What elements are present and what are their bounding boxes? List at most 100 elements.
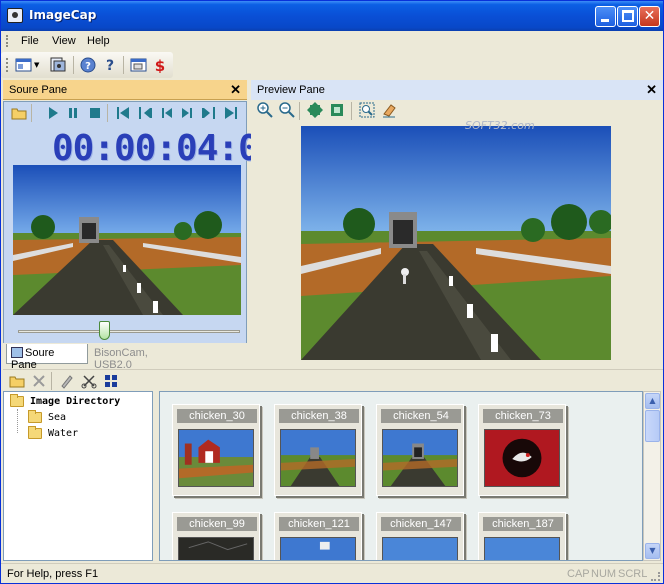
preview-image: [301, 126, 611, 360]
thumbnail-item[interactable]: chicken_73: [478, 404, 566, 496]
play-icon[interactable]: [45, 105, 61, 121]
thumbnail-item[interactable]: chicken_121: [274, 512, 362, 560]
resize-grip[interactable]: [651, 572, 660, 581]
cut-icon[interactable]: [81, 373, 97, 389]
source-pane-title: Soure Pane: [9, 84, 68, 96]
preview-separator: [351, 102, 352, 120]
step-back-icon[interactable]: [159, 105, 175, 121]
tree-item-label: Sea: [48, 412, 67, 423]
thumbnail-item[interactable]: chicken_54: [376, 404, 464, 496]
dollar-icon[interactable]: $: [152, 57, 169, 73]
thumbnail-caption: chicken_121: [279, 517, 359, 531]
fit-window-icon[interactable]: [307, 102, 323, 118]
camera-tab-icon: [11, 347, 23, 358]
preview-toolbar: [255, 101, 405, 121]
dropdown-arrow-icon[interactable]: ▼: [34, 61, 39, 69]
preview-separator: [299, 102, 300, 120]
status-bar: For Help, press F1 CAP NUM SCRL: [1, 563, 663, 583]
scroll-up-icon[interactable]: ▲: [645, 393, 660, 409]
source-pane-close-icon[interactable]: ✕: [230, 82, 241, 98]
help-icon[interactable]: ?: [102, 57, 119, 73]
maximize-button[interactable]: [617, 6, 638, 27]
zoom-select-icon[interactable]: [359, 102, 375, 118]
app-window: ImageCap ✕ File View Help ▼ ? ? $ Soure …: [0, 0, 664, 584]
menu-bar: File View Help: [1, 31, 663, 51]
minimize-icon: [601, 19, 609, 22]
thumbnail-caption: chicken_99: [177, 517, 257, 531]
tab-bisoncam[interactable]: BisonCam, USB2.0: [90, 344, 190, 371]
capture-settings-icon[interactable]: [49, 57, 66, 73]
thumbnail-image: [382, 537, 458, 560]
preview-pane-close-icon[interactable]: ✕: [646, 82, 657, 98]
thumbnail-view-icon[interactable]: [103, 373, 119, 389]
last-frame-icon[interactable]: [223, 105, 239, 121]
svg-text:?: ?: [106, 58, 114, 73]
scroll-thumb[interactable]: [645, 410, 660, 442]
thumbnail-gallery: chicken_30 chicken_38 chicken_54 chicken…: [159, 391, 643, 561]
num-lock-indicator: NUM: [591, 568, 617, 580]
thumbnail-item[interactable]: chicken_30: [172, 404, 260, 496]
register-icon[interactable]: [130, 57, 147, 73]
first-frame-icon[interactable]: [115, 105, 131, 121]
thumbnail-caption: chicken_187: [483, 517, 563, 531]
thumbnail-item[interactable]: chicken_99: [172, 512, 260, 560]
menu-file[interactable]: File: [21, 35, 39, 47]
close-icon: ✕: [643, 8, 656, 24]
preview-pane-title: Preview Pane: [257, 84, 325, 96]
rename-pencil-icon[interactable]: [59, 373, 75, 389]
zoom-in-icon[interactable]: [257, 102, 273, 118]
maximize-icon: [622, 10, 634, 22]
pause-icon[interactable]: [65, 105, 81, 121]
new-folder-icon[interactable]: [9, 373, 25, 389]
stop-icon[interactable]: [87, 105, 103, 121]
controls-separator: [31, 104, 32, 122]
timeline-slider-track[interactable]: [18, 330, 240, 333]
toolbar-grip[interactable]: [6, 58, 9, 72]
title-bar[interactable]: ImageCap ✕: [1, 1, 663, 31]
source-video-frame: [13, 165, 241, 315]
timeline-slider-thumb[interactable]: [99, 321, 110, 340]
thumbnail-item[interactable]: chicken_147: [376, 512, 464, 560]
preview-pane-header: Preview Pane ✕: [251, 80, 663, 100]
folder-icon: [28, 426, 42, 439]
menu-help[interactable]: Help: [87, 35, 110, 47]
thumbnail-item[interactable]: chicken_38: [274, 404, 362, 496]
zoom-out-icon[interactable]: [279, 102, 295, 118]
tree-item-label: Water: [48, 428, 79, 439]
caps-lock-indicator: CAP: [567, 568, 590, 580]
open-folder-icon[interactable]: [11, 105, 27, 121]
next-mark-icon[interactable]: [201, 105, 217, 121]
layout-icon[interactable]: [15, 57, 32, 73]
source-pane-tabs: Soure Pane BisonCam, USB2.0: [3, 343, 247, 371]
watermark: SOFT32.com: [465, 119, 535, 132]
thumbnail-image: [484, 537, 560, 560]
minimize-button[interactable]: [595, 6, 616, 27]
preview-pane: [251, 100, 663, 366]
menu-view[interactable]: View: [52, 35, 76, 47]
controls-separator: [107, 104, 108, 122]
delete-icon[interactable]: [31, 373, 47, 389]
thumbnail-caption: chicken_30: [177, 409, 257, 423]
thumbnail-image: [280, 537, 356, 560]
thumbnail-item[interactable]: chicken_187: [478, 512, 566, 560]
gallery-toolbar: [3, 369, 663, 391]
status-text: For Help, press F1: [7, 568, 99, 580]
step-forward-icon[interactable]: [179, 105, 195, 121]
thumbnail-image: [178, 537, 254, 560]
gallery-scrollbar[interactable]: ▲ ▼: [643, 391, 661, 561]
thumbnail-image: [484, 429, 560, 487]
toolbar-separator: [73, 56, 74, 74]
help-topics-icon[interactable]: ?: [80, 57, 97, 73]
previous-mark-icon[interactable]: [137, 105, 153, 121]
toolbar-separator: [123, 56, 124, 74]
camera-icon: [7, 8, 23, 23]
tab-source-pane[interactable]: Soure Pane: [6, 344, 88, 371]
scroll-down-icon[interactable]: ▼: [645, 543, 660, 559]
actual-size-icon[interactable]: [329, 102, 345, 118]
gallery-separator: [51, 372, 52, 390]
eraser-icon[interactable]: [381, 102, 397, 118]
close-button[interactable]: ✕: [639, 6, 660, 27]
thumbnail-image: [280, 429, 356, 487]
menu-grip[interactable]: [6, 35, 9, 47]
source-pane: 00:00:04:00: [3, 101, 280, 365]
